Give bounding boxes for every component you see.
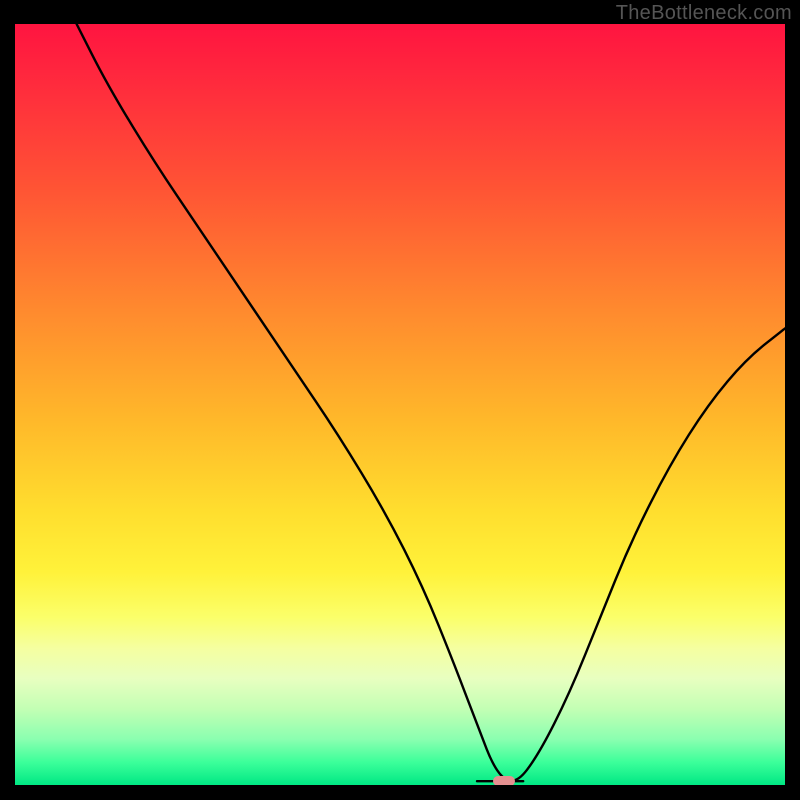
plot-area bbox=[15, 24, 785, 785]
bottleneck-curve bbox=[15, 24, 785, 785]
chart-frame: TheBottleneck.com bbox=[0, 0, 800, 800]
watermark-text: TheBottleneck.com bbox=[616, 2, 792, 25]
minimum-marker bbox=[493, 776, 515, 785]
